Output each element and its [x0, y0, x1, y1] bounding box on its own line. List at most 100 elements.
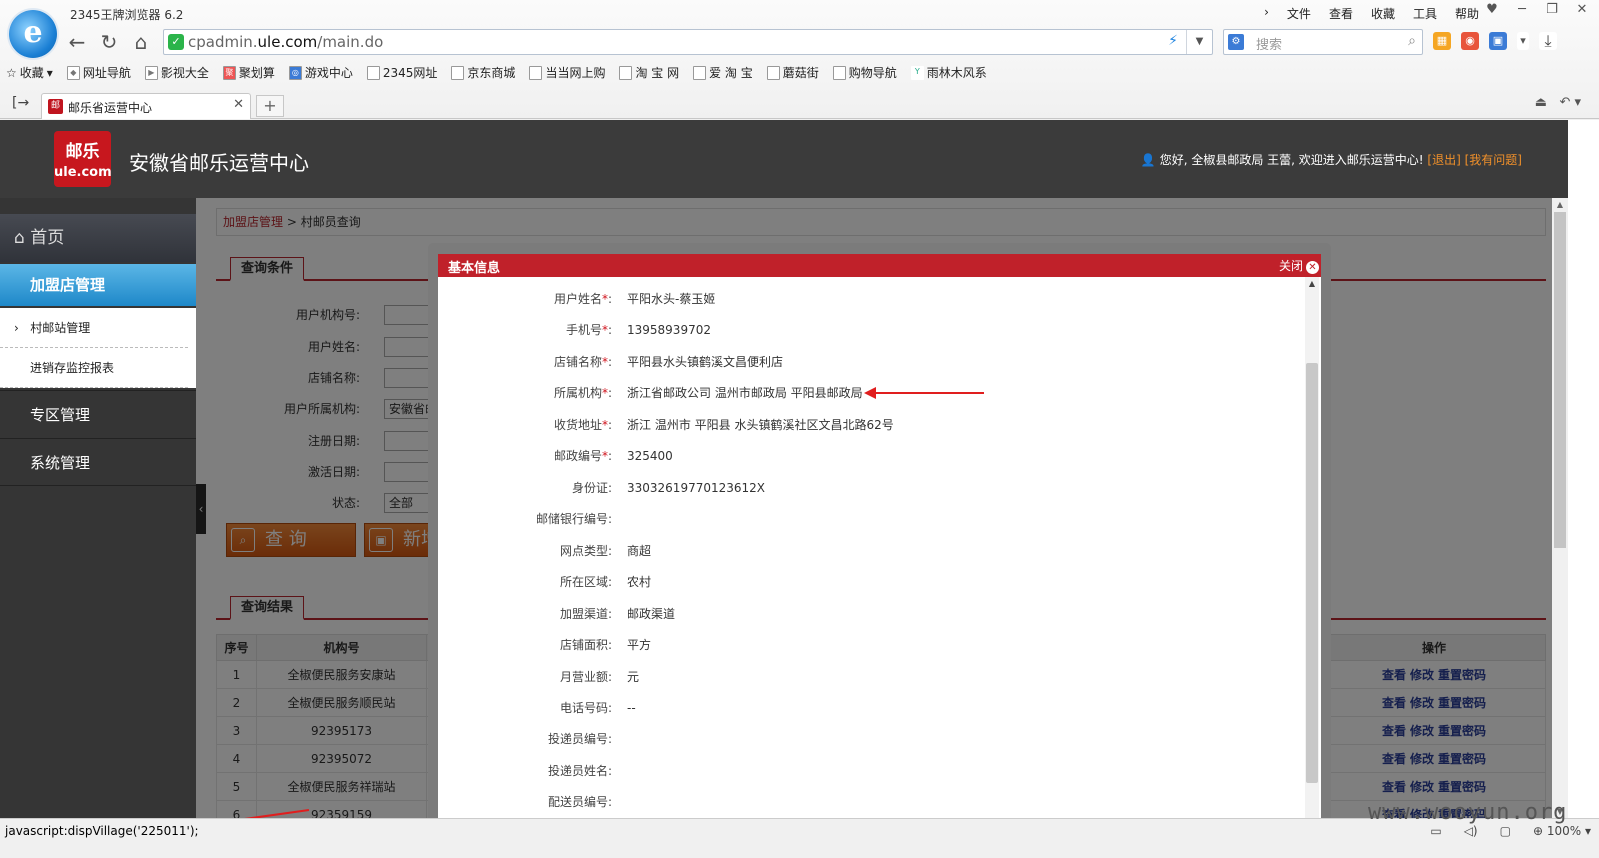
new-tab-button[interactable]: +: [256, 95, 284, 117]
menu-favorites[interactable]: 收藏: [1371, 5, 1395, 22]
secure-shield-icon: ✓: [168, 34, 184, 50]
status-right: ▭ ◁) ▢ ⊕ 100% ▾: [1430, 824, 1591, 838]
scroll-up-icon[interactable]: ▲: [1552, 200, 1568, 209]
basic-info-dialog: 基本信息 关闭 ✕ 用户姓名*: 平阳水头-蔡玉姬 手机号*: 13958939702…: [428, 243, 1331, 823]
sidebar-item-zone[interactable]: 专区管理: [0, 390, 196, 438]
watermark: www.wooyun.org: [1368, 800, 1568, 825]
field-row: 所在区域: 农村: [559, 575, 652, 589]
apps-icon[interactable]: ▦: [1433, 32, 1451, 50]
adblock-icon[interactable]: ▭: [1430, 824, 1441, 838]
tab-favicon-icon: 邮: [48, 99, 63, 114]
bookmark-item[interactable]: 购物导航: [832, 64, 897, 81]
bookmark-favorites[interactable]: ☆ 收藏 ▾: [6, 64, 53, 81]
bookmark-item[interactable]: 当当网上购: [529, 64, 605, 81]
bookmark-item[interactable]: 聚聚划算: [222, 64, 275, 81]
annotation-arrowhead: [864, 387, 876, 399]
bookmark-item[interactable]: 2345网址: [366, 64, 437, 81]
refresh-icon[interactable]: ↻: [96, 30, 122, 54]
field-row: 加盟渠道: 邮政渠道: [559, 607, 676, 621]
field-row: 手机号*: 13958939702: [565, 323, 711, 337]
undo-close-icon[interactable]: ↶ ▾: [1559, 95, 1581, 110]
page-scrollbar[interactable]: ▲ ▼: [1552, 198, 1568, 818]
bookmark-item[interactable]: ▶ 影视大全: [144, 64, 209, 81]
field-row: 邮政编号*: 325400: [553, 449, 673, 463]
field-row: 店铺面积: 平方: [559, 638, 652, 652]
sidebar: ⌂ 首页 加盟店管理 › 村邮站管理 进销存监控报表 专区管理 系统管理: [0, 198, 196, 818]
menu-tools[interactable]: 工具: [1413, 5, 1437, 22]
close-icon: ✕: [1306, 261, 1319, 274]
sidebar-submenu: › 村邮站管理 进销存监控报表: [0, 308, 196, 388]
scrollbar-thumb[interactable]: [1306, 363, 1318, 783]
menu-file[interactable]: 文件: [1287, 5, 1311, 22]
field-row: 配送员编号:: [547, 795, 612, 809]
window-icon[interactable]: ▢: [1500, 824, 1511, 838]
bookmark-item[interactable]: ◎ 游戏中心: [288, 64, 353, 81]
bookmark-item[interactable]: 爱 淘 宝: [693, 64, 753, 81]
bookmark-item[interactable]: Y 雨林木风系: [910, 64, 987, 81]
skin-icon[interactable]: ♥: [1481, 2, 1503, 20]
menu-item[interactable]: ›: [1264, 5, 1269, 22]
toolbar-icons: ▦ ◉ ▣ ▾ ⤓: [1433, 32, 1557, 50]
site-title: 安徽省邮乐运营中心: [129, 151, 309, 175]
maximize-icon[interactable]: ❐: [1541, 2, 1563, 20]
address-dropdown-icon[interactable]: ▼: [1186, 30, 1212, 54]
search-placeholder: 搜索: [1256, 38, 1283, 53]
field-row: 网点类型: 商超: [559, 544, 652, 558]
bookmark-item[interactable]: 京东商城: [451, 64, 515, 81]
sidebar-subitem-inventory-report[interactable]: 进销存监控报表: [0, 348, 188, 388]
site-header: 邮乐 ule.com 安徽省邮乐运营中心 👤 您好, 全椒县邮政局 王蕾, 欢迎…: [0, 120, 1568, 198]
annotation-arrow: [872, 392, 984, 394]
menu-help[interactable]: 帮助: [1455, 5, 1479, 22]
sidebar-subitem-village-post[interactable]: › 村邮站管理: [0, 308, 188, 348]
welcome-text: 您好, 全椒县邮政局 王蕾, 欢迎进入邮乐运营中心!: [1159, 153, 1424, 167]
sidebar-item-system[interactable]: 系统管理: [0, 438, 196, 486]
dialog-close-button[interactable]: 关闭 ✕: [1279, 257, 1319, 274]
back-icon[interactable]: ←: [64, 30, 90, 54]
field-row: 月营业额: 元: [559, 670, 640, 684]
download-icon[interactable]: ⤓: [1539, 32, 1557, 50]
home-icon: ⌂: [14, 228, 25, 248]
browser-logo-icon[interactable]: e: [9, 10, 57, 58]
menu-view[interactable]: 查看: [1329, 5, 1353, 22]
scroll-up-icon[interactable]: ▲: [1305, 279, 1319, 288]
search-icon[interactable]: ⌕: [1408, 33, 1416, 49]
help-link[interactable]: [我有问题]: [1465, 153, 1522, 167]
screen-icon[interactable]: ▣: [1489, 32, 1507, 50]
bookmark-item[interactable]: 蘑菇街: [766, 64, 819, 81]
home-icon[interactable]: ⌂: [128, 30, 154, 54]
close-window-icon[interactable]: ✕: [1571, 2, 1593, 20]
status-bar: javascript:dispVillage('225011'); ▭ ◁) ▢…: [0, 818, 1599, 858]
tab-close-icon[interactable]: ✕: [233, 97, 244, 112]
tab-title: 邮乐省运营中心: [68, 101, 153, 115]
sidebar-item-home[interactable]: ⌂ 首页: [0, 214, 196, 262]
dialog-scrollbar[interactable]: ▲: [1305, 277, 1319, 823]
logout-link[interactable]: [退出]: [1427, 153, 1460, 167]
ule-logo[interactable]: 邮乐 ule.com: [54, 131, 112, 187]
window-controls: ♥ ─ ❐ ✕: [1481, 2, 1593, 20]
field-row: 投递员编号:: [547, 732, 612, 746]
tab-bar: [→ 邮 邮乐省运营中心 ✕ + ⏏ ↶ ▾: [0, 91, 1599, 119]
search-box[interactable]: ⚙ 搜索 ⌕: [1223, 29, 1423, 55]
browser-menu: › 文件 查看 收藏 工具 帮助: [1264, 5, 1479, 22]
bookmark-item[interactable]: ◆ 网址导航: [66, 64, 131, 81]
bookmark-item[interactable]: 淘 宝 网: [619, 64, 679, 81]
field-row: 投递员姓名:: [547, 764, 612, 778]
minimize-icon[interactable]: ─: [1511, 2, 1533, 20]
address-bar[interactable]: ✓ cpadmin.ule.com/main.do ⚡ ▼: [163, 29, 1213, 55]
pin-icon[interactable]: ⏏: [1535, 95, 1547, 110]
search-engine-icon[interactable]: ⚙: [1228, 34, 1244, 50]
chevron-right-icon: ›: [14, 321, 19, 335]
game-icon[interactable]: ◉: [1461, 32, 1479, 50]
field-row: 店铺名称*: 平阳县水头镇鹤溪文昌便利店: [553, 355, 784, 369]
field-row: 用户姓名*: 平阳水头-蔡玉姬: [553, 292, 716, 306]
status-link-text: javascript:dispVillage('225011');: [5, 824, 199, 838]
sound-icon[interactable]: ◁): [1464, 824, 1478, 838]
speed-mode-icon[interactable]: ⚡: [1168, 33, 1178, 49]
url-text[interactable]: cpadmin.ule.com/main.do: [188, 33, 383, 51]
sidebar-toggle-icon[interactable]: [→: [12, 95, 29, 111]
zoom-control[interactable]: ⊕ 100% ▾: [1533, 824, 1591, 838]
sidebar-item-franchise[interactable]: 加盟店管理: [0, 264, 196, 306]
scrollbar-thumb[interactable]: [1554, 212, 1566, 548]
chevron-down-icon[interactable]: ▾: [1517, 32, 1529, 50]
tab-active[interactable]: 邮 邮乐省运营中心 ✕: [41, 93, 251, 119]
